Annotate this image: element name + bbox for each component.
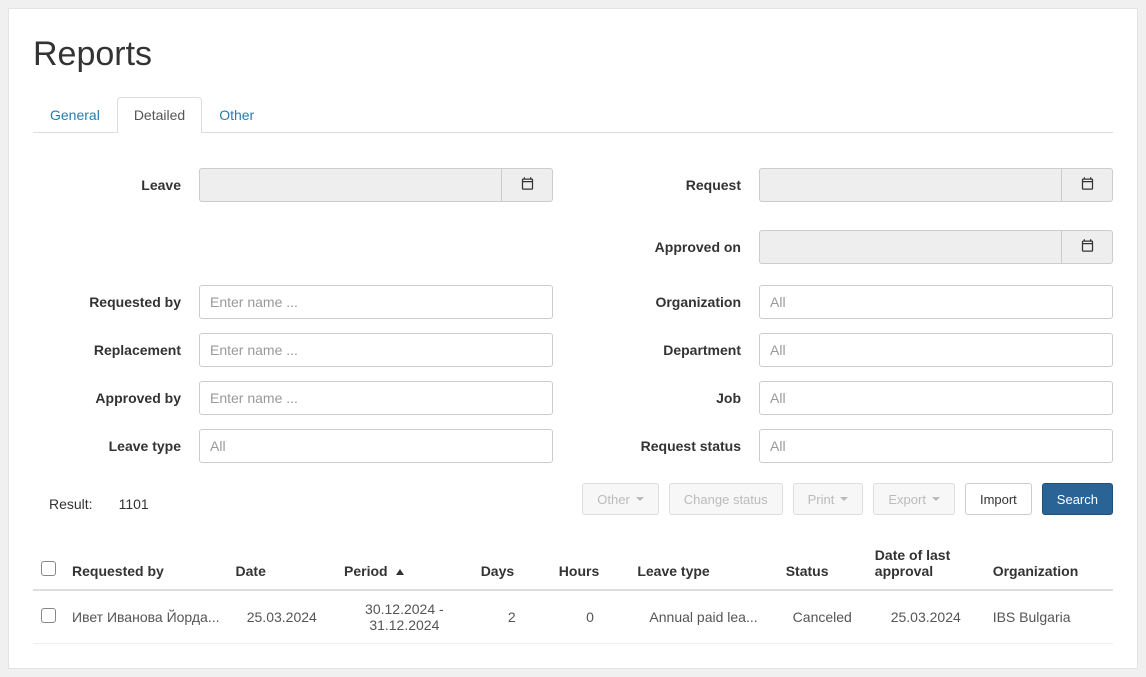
request-label: Request [593,177,759,193]
th-requested-by[interactable]: Requested by [64,537,228,590]
import-button[interactable]: Import [965,483,1032,515]
print-button[interactable]: Print [793,483,864,515]
calendar-icon [1080,176,1095,194]
cell-requested-by: Ивет Иванова Йорда... [64,590,228,644]
request-daterange-button[interactable] [1061,168,1113,202]
result-label: Result: [49,496,93,512]
th-period[interactable]: Period [336,537,473,590]
request-status-select[interactable]: All [759,429,1113,463]
request-daterange[interactable] [759,168,1113,202]
th-leave-type[interactable]: Leave type [629,537,777,590]
other-button-label: Other [597,492,630,507]
cell-organization: IBS Bulgaria [985,590,1113,644]
cell-date: 25.03.2024 [228,590,337,644]
th-days[interactable]: Days [473,537,551,590]
replacement-label: Replacement [33,342,199,358]
leave-label: Leave [33,177,199,193]
search-button[interactable]: Search [1042,483,1113,515]
tab-other[interactable]: Other [202,97,271,133]
change-status-button[interactable]: Change status [669,483,783,515]
calendar-icon [1080,238,1095,256]
requested-by-label: Requested by [33,294,199,310]
leave-type-select[interactable]: All [199,429,553,463]
th-status[interactable]: Status [778,537,867,590]
cell-period: 30.12.2024 - 31.12.2024 [336,590,473,644]
th-organization[interactable]: Organization [985,537,1113,590]
th-date[interactable]: Date [228,537,337,590]
calendar-icon [520,176,535,194]
leave-daterange[interactable] [199,168,553,202]
leave-daterange-input[interactable] [199,168,501,202]
th-hours[interactable]: Hours [551,537,630,590]
job-select[interactable]: All [759,381,1113,415]
export-button[interactable]: Export [873,483,955,515]
chevron-down-icon [932,497,940,501]
chevron-down-icon [636,497,644,501]
replacement-input[interactable] [199,333,553,367]
sort-asc-icon [396,569,404,575]
department-select[interactable]: All [759,333,1113,367]
approved-on-daterange[interactable] [759,230,1113,264]
organization-label: Organization [593,294,759,310]
export-button-label: Export [888,492,926,507]
cell-days: 2 [473,590,551,644]
request-daterange-input[interactable] [759,168,1061,202]
approved-on-daterange-button[interactable] [1061,230,1113,264]
requested-by-input[interactable] [199,285,553,319]
other-button[interactable]: Other [582,483,659,515]
approved-by-input[interactable] [199,381,553,415]
cell-hours: 0 [551,590,630,644]
table-row[interactable]: Ивет Иванова Йорда... 25.03.2024 30.12.2… [33,590,1113,644]
tabs: General Detailed Other [33,96,1113,133]
cell-status: Canceled [778,590,867,644]
cell-date-approval: 25.03.2024 [867,590,985,644]
page-title: Reports [33,35,1113,74]
leave-type-label: Leave type [33,438,199,454]
department-label: Department [593,342,759,358]
row-checkbox[interactable] [41,608,56,623]
tab-detailed[interactable]: Detailed [117,97,202,133]
organization-select[interactable]: All [759,285,1113,319]
select-all-checkbox[interactable] [41,561,56,576]
print-button-label: Print [808,492,835,507]
job-label: Job [593,390,759,406]
approved-on-daterange-input[interactable] [759,230,1061,264]
result-count: 1101 [119,496,149,512]
request-status-label: Request status [593,438,759,454]
chevron-down-icon [840,497,848,501]
th-period-label: Period [344,563,388,579]
results-table: Requested by Date Period Days Hours Leav… [33,537,1113,644]
th-date-approval[interactable]: Date of last approval [867,537,985,590]
approved-by-label: Approved by [33,390,199,406]
cell-leave-type: Annual paid lea... [629,590,777,644]
leave-daterange-button[interactable] [501,168,553,202]
approved-on-label: Approved on [593,239,759,255]
tab-general[interactable]: General [33,97,117,133]
